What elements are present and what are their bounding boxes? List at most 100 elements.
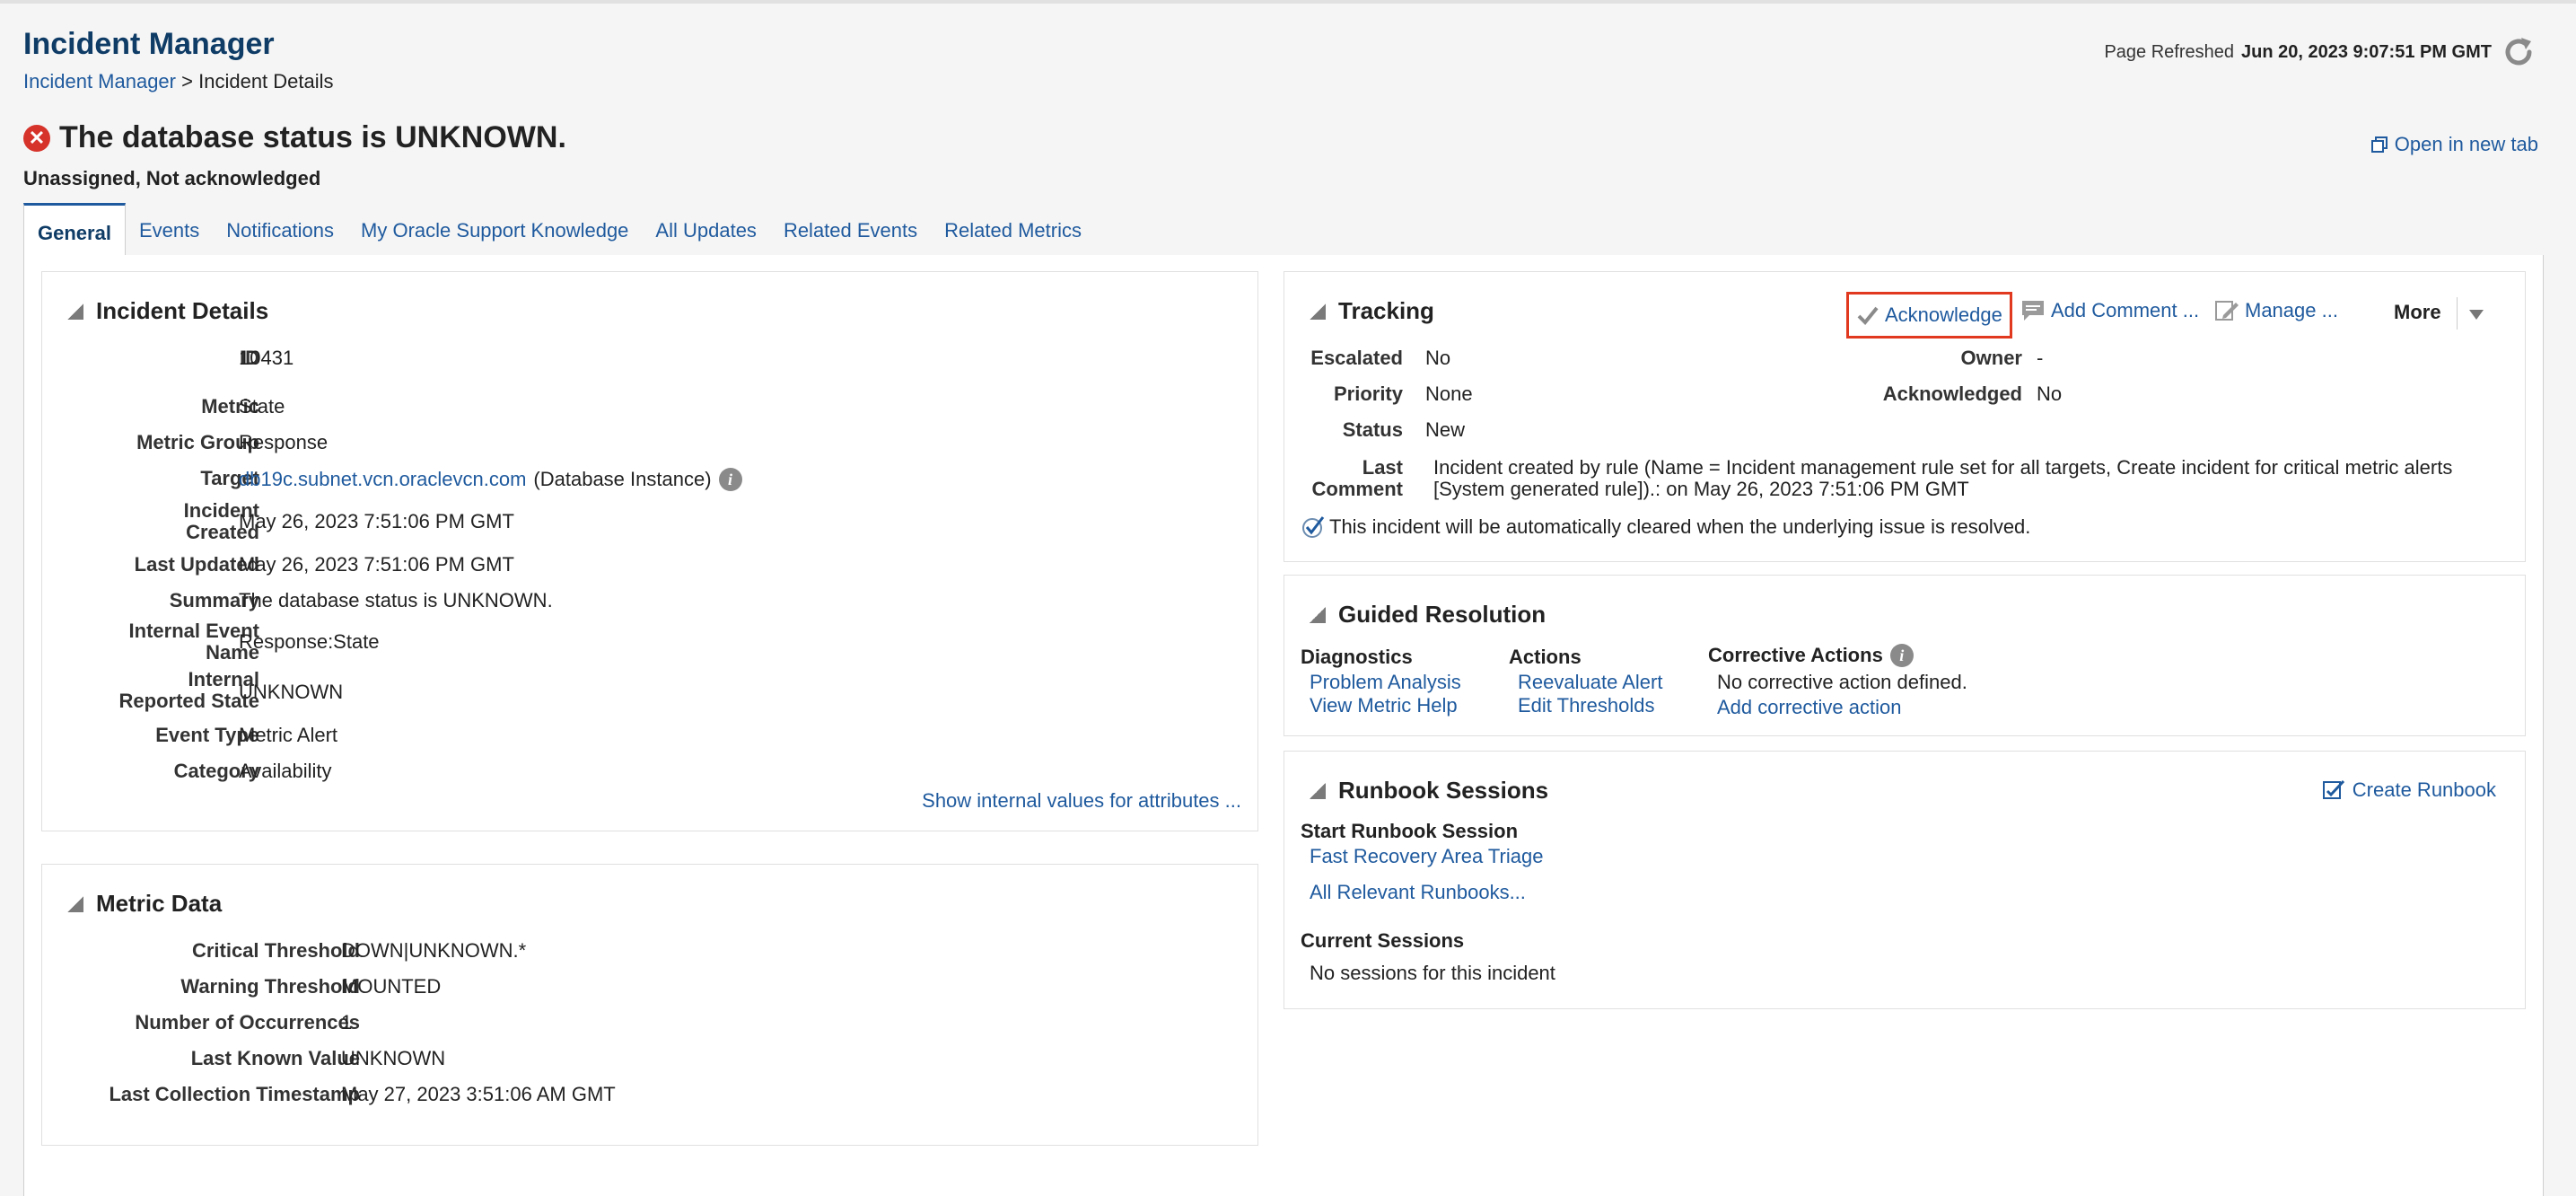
tab-events[interactable]: Events	[126, 203, 213, 255]
no-corrective-action-text: No corrective action defined.	[1717, 671, 1967, 693]
target-value: db19c.subnet.vcn.oraclevcn.com (Database…	[239, 468, 742, 491]
warning-threshold-value: MOUNTED	[341, 975, 442, 998]
runbook-sessions-header[interactable]: Runbook Sessions	[1310, 777, 1548, 805]
create-runbook-icon	[2322, 779, 2344, 799]
tab-related-metrics[interactable]: Related Metrics	[931, 203, 1095, 255]
chevron-down-icon[interactable]	[2469, 310, 2484, 320]
escalated-label: Escalated	[1310, 347, 1403, 369]
error-icon: ✕	[23, 124, 50, 152]
escalated-value: No	[1425, 347, 1451, 369]
problem-analysis-link[interactable]: Problem Analysis	[1310, 671, 1461, 694]
collapse-triangle-icon[interactable]	[1310, 782, 1326, 799]
manage-icon	[2215, 301, 2239, 321]
collapse-triangle-icon[interactable]	[1310, 606, 1326, 623]
acknowledged-value: No	[2037, 383, 2063, 405]
tab-related-events[interactable]: Related Events	[770, 203, 931, 255]
warning-threshold-label: Warning Threshold	[180, 975, 360, 998]
edit-thresholds-link[interactable]: Edit Thresholds	[1518, 694, 1654, 717]
owner-label: Owner	[1960, 347, 2022, 369]
tab-all-updates[interactable]: All Updates	[642, 203, 770, 255]
incident-status-text: Unassigned, Not acknowledged	[23, 167, 321, 189]
event-type-value: Metric Alert	[239, 724, 338, 746]
refresh-label: Page Refreshed	[2104, 41, 2234, 62]
last-collection-label: Last Collection Timestamp	[109, 1083, 360, 1105]
incident-details-header[interactable]: Incident Details	[67, 297, 268, 325]
all-relevant-runbooks-link[interactable]: All Relevant Runbooks...	[1310, 881, 1526, 904]
target-type: (Database Instance)	[533, 468, 712, 490]
create-runbook-button[interactable]: Create Runbook	[2322, 778, 2496, 802]
info-icon[interactable]: i	[1889, 644, 1914, 667]
occurrences-label: Number of Occurrences	[135, 1011, 360, 1033]
open-in-new-tab-link[interactable]: Open in new tab	[2370, 133, 2538, 156]
refresh-timestamp: Jun 20, 2023 9:07:51 PM GMT	[2240, 41, 2492, 62]
reevaluate-alert-link[interactable]: Reevaluate Alert	[1518, 671, 1662, 694]
auto-clear-text: This incident will be automatically clea…	[1329, 515, 2031, 538]
incident-created-value: May 26, 2023 7:51:06 PM GMT	[239, 510, 514, 532]
incident-details-panel: Incident Details ID 10431 Metric State M…	[41, 271, 1258, 831]
view-metric-help-link[interactable]: View Metric Help	[1310, 694, 1458, 717]
breadcrumb-root-link[interactable]: Incident Manager	[23, 70, 176, 92]
metric-link[interactable]: State	[239, 396, 285, 418]
acknowledge-label[interactable]: Acknowledge	[1885, 303, 2002, 327]
category-value: Availability	[239, 760, 332, 782]
page-refreshed: Page Refreshed Jun 20, 2023 9:07:51 PM G…	[2104, 32, 2538, 72]
new-tab-icon	[2370, 136, 2388, 153]
incident-headline-text: The database status is UNKNOWN.	[59, 120, 566, 154]
last-comment-label-line2: Comment	[1311, 478, 1403, 500]
open-in-new-tab-label[interactable]: Open in new tab	[2395, 133, 2538, 156]
priority-label: Priority	[1333, 383, 1403, 405]
last-comment-line1: Incident created by rule (Name = Inciden…	[1433, 456, 2453, 479]
add-comment-label[interactable]: Add Comment ...	[2051, 299, 2199, 322]
collapse-triangle-icon[interactable]	[67, 303, 83, 320]
acknowledge-button[interactable]: Acknowledge	[1846, 292, 2012, 339]
last-known-value-value: UNKNOWN	[341, 1047, 446, 1069]
show-internal-values-link[interactable]: Show internal values for attributes ...	[922, 789, 1241, 813]
breadcrumb: Incident Manager > Incident Details	[23, 70, 334, 93]
guided-resolution-title: Guided Resolution	[1338, 601, 1546, 628]
toolbar-separator	[2457, 297, 2458, 330]
no-sessions-text: No sessions for this incident	[1310, 962, 1555, 984]
last-comment-label-line1: Last	[1362, 456, 1403, 479]
priority-value: None	[1425, 383, 1473, 405]
internal-reported-state-value: UNKNOWN	[239, 681, 344, 703]
tracking-title: Tracking	[1338, 297, 1434, 324]
guided-resolution-header[interactable]: Guided Resolution	[1310, 601, 1546, 629]
internal-event-name-value: Response:State	[239, 630, 380, 653]
add-corrective-action-link[interactable]: Add corrective action	[1717, 696, 1901, 719]
collapse-triangle-icon[interactable]	[1310, 303, 1326, 320]
critical-threshold-label: Critical Threshold	[191, 939, 360, 962]
tab-notifications[interactable]: Notifications	[213, 203, 347, 255]
runbook-sessions-panel: Runbook Sessions Create Runbook Start Ru…	[1284, 751, 2526, 1009]
runbook-sessions-title: Runbook Sessions	[1338, 777, 1549, 804]
last-collection-value: May 27, 2023 3:51:06 AM GMT	[341, 1083, 616, 1105]
more-menu-label[interactable]: More	[2394, 301, 2441, 324]
checkmark-icon	[1857, 306, 1879, 325]
guided-resolution-panel: Guided Resolution Diagnostics Problem An…	[1284, 575, 2526, 736]
last-comment-value: Incident created by rule (Name = Inciden…	[1433, 457, 2452, 500]
tab-general[interactable]: General	[23, 203, 126, 259]
tab-my-oracle-support-knowledge[interactable]: My Oracle Support Knowledge	[347, 203, 642, 255]
info-icon[interactable]: i	[718, 468, 742, 491]
breadcrumb-separator: >	[181, 70, 193, 92]
add-comment-button[interactable]: Add Comment ...	[2020, 299, 2199, 322]
incident-headline: ✕ The database status is UNKNOWN.	[23, 120, 566, 155]
status-value: New	[1425, 418, 1466, 441]
metric-data-header[interactable]: Metric Data	[67, 890, 222, 918]
collapse-triangle-icon[interactable]	[67, 895, 83, 912]
create-runbook-label[interactable]: Create Runbook	[2353, 778, 2496, 802]
id-value: 10431	[239, 347, 294, 369]
tracking-panel: Tracking Acknowledge Add Comment ... Man…	[1284, 271, 2526, 562]
metric-group-value: Response	[239, 431, 329, 453]
manage-button[interactable]: Manage ...	[2214, 299, 2338, 322]
incident-details-title: Incident Details	[96, 297, 269, 324]
fast-recovery-area-triage-link[interactable]: Fast Recovery Area Triage	[1310, 845, 1543, 868]
current-sessions-header: Current Sessions	[1301, 929, 1465, 952]
manage-label[interactable]: Manage ...	[2245, 299, 2338, 322]
tracking-header[interactable]: Tracking	[1310, 297, 1434, 325]
corrective-actions-title: Corrective Actions	[1708, 644, 1883, 666]
corrective-actions-header: Corrective Actions i	[1708, 644, 1914, 667]
refresh-icon[interactable]	[2499, 32, 2538, 72]
target-link[interactable]: db19c.subnet.vcn.oraclevcn.com	[239, 469, 526, 490]
auto-clear-check-icon	[1302, 516, 1325, 538]
owner-value: -	[2037, 347, 2044, 369]
